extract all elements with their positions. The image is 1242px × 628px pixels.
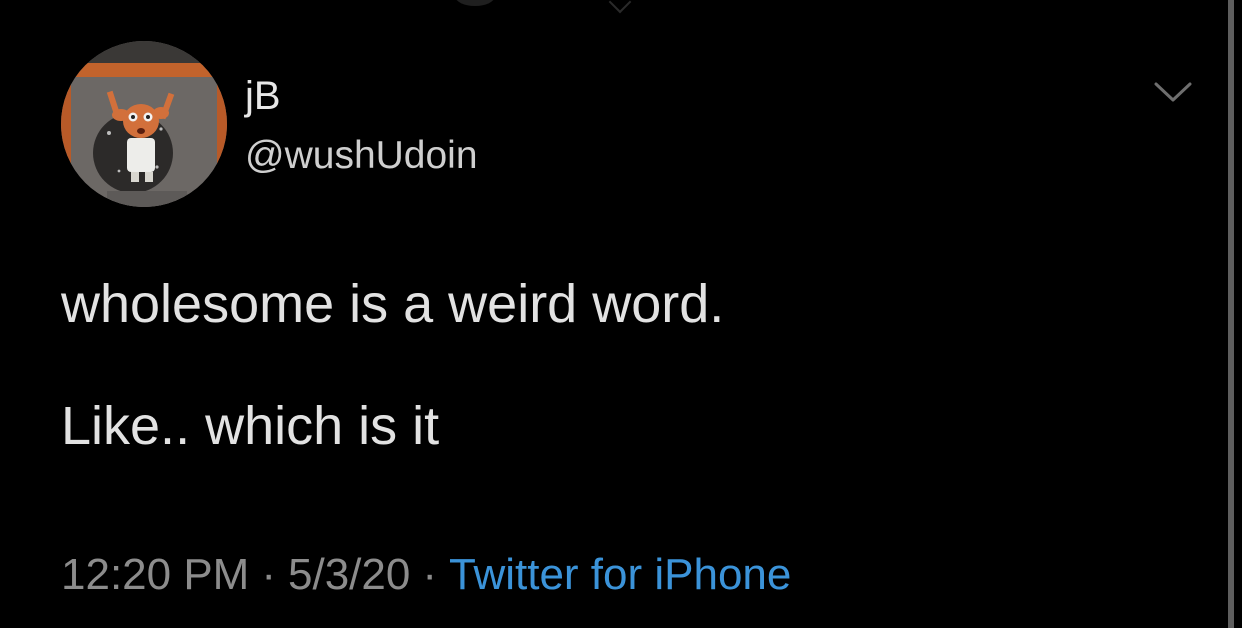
- tweet-meta: 12:20 PM · 5/3/20 · Twitter for iPhone: [61, 549, 791, 601]
- avatar[interactable]: [61, 41, 227, 207]
- meta-separator: ·: [261, 550, 276, 599]
- scrollbar[interactable]: [1228, 0, 1234, 628]
- tweet-date: 5/3/20: [288, 550, 411, 599]
- tweet-time: 12:20 PM: [61, 550, 250, 599]
- tweet-text-line: wholesome is a weird word.: [61, 274, 725, 334]
- author-display-name[interactable]: jB: [245, 73, 281, 119]
- tweet-source-link[interactable]: Twitter for iPhone: [449, 550, 791, 599]
- author-handle[interactable]: @wushUdoin: [245, 133, 478, 179]
- previous-content-fragment: [455, 0, 495, 6]
- tweet-text-line: Like.. which is it: [61, 396, 440, 456]
- more-options-button[interactable]: [1148, 72, 1198, 112]
- avatar-image: [61, 41, 227, 207]
- meta-separator: ·: [422, 550, 437, 599]
- previous-content-chevron: [608, 0, 632, 14]
- chevron-down-icon: [1154, 82, 1192, 102]
